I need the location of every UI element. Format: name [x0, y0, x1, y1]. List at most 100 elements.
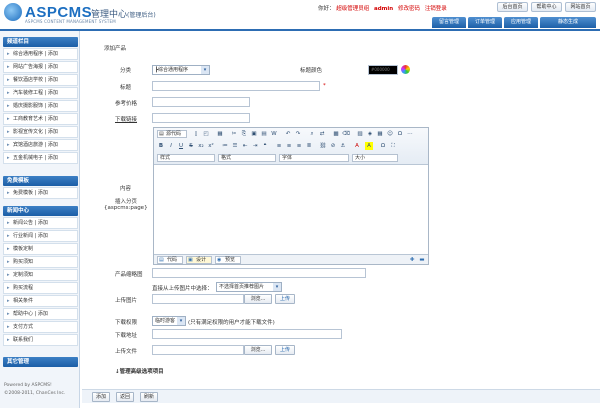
- sidebar-item[interactable]: 模板定制: [3, 243, 78, 255]
- underline-icon[interactable]: U: [177, 142, 185, 150]
- preview-icon[interactable]: ◰: [202, 130, 210, 138]
- sidebar-section-news[interactable]: 新闻中心: [3, 206, 78, 216]
- back-button[interactable]: 返回: [116, 392, 134, 402]
- align-center-icon[interactable]: ≡: [285, 142, 293, 150]
- paste-icon[interactable]: ▣: [250, 130, 258, 138]
- smiley-icon[interactable]: ☺: [386, 130, 394, 138]
- sidebar-item[interactable]: 餐饮酒店学校 | 添加: [3, 74, 78, 86]
- help-center-button[interactable]: 帮助中心: [531, 2, 562, 12]
- sidebar-item[interactable]: 综合通用程序 | 添加: [3, 48, 78, 60]
- unlink-icon[interactable]: ⊘: [329, 142, 337, 150]
- italic-icon[interactable]: I: [167, 142, 175, 150]
- templates-icon[interactable]: ▦: [216, 130, 224, 138]
- sidebar-item[interactable]: 影视宣传文化 | 添加: [3, 126, 78, 138]
- sidebar-item[interactable]: 购买流程: [3, 282, 78, 294]
- tab-static[interactable]: 静态生成: [540, 17, 596, 28]
- upload-file-path[interactable]: [152, 345, 244, 355]
- upload-image-button[interactable]: 上传: [275, 294, 295, 304]
- sidebar-section-free-templates[interactable]: 免费模板: [3, 176, 78, 186]
- copy-icon[interactable]: ⎘: [240, 130, 248, 138]
- sidebar-item[interactable]: 联系我们: [3, 334, 78, 346]
- design-mode-button[interactable]: ▣ 设计: [186, 256, 212, 264]
- permission-select[interactable]: 临时游客 ▾: [152, 316, 186, 326]
- category-select[interactable]: ┣综合通用程序 ▾: [152, 65, 210, 75]
- image-icon[interactable]: ▨: [356, 130, 364, 138]
- pick-image-select[interactable]: 不选择首页推荐图片 ▾: [216, 282, 282, 292]
- browse-file-button[interactable]: 浏览...: [244, 345, 272, 355]
- editor-content-area[interactable]: [154, 166, 428, 254]
- site-home-button[interactable]: 网站首页: [565, 2, 596, 12]
- maximize-icon[interactable]: ⛶: [389, 142, 397, 150]
- title-color-input[interactable]: #000000: [368, 65, 398, 75]
- table-icon[interactable]: ▦: [376, 130, 384, 138]
- sidebar-section-other[interactable]: 其它管理: [3, 357, 78, 367]
- expand-editor-icon[interactable]: ✚: [408, 256, 416, 264]
- sidebar-item[interactable]: 五金机械电子 | 添加: [3, 152, 78, 164]
- sidebar-item[interactable]: 支付方式: [3, 321, 78, 333]
- sidebar-item[interactable]: 定制须知: [3, 269, 78, 281]
- sidebar-item[interactable]: 相关条件: [3, 295, 78, 307]
- logout-link[interactable]: 注销登录: [425, 6, 447, 12]
- upload-file-button[interactable]: 上传: [275, 345, 295, 355]
- format-select[interactable]: 格式: [218, 154, 276, 162]
- title-input[interactable]: [152, 81, 320, 91]
- superscript-icon[interactable]: x²: [207, 142, 215, 150]
- flash-icon[interactable]: ◈: [366, 130, 374, 138]
- replace-icon[interactable]: ⇄: [318, 130, 326, 138]
- align-justify-icon[interactable]: ≣: [305, 142, 313, 150]
- bold-icon[interactable]: B: [157, 142, 165, 150]
- code-mode-button[interactable]: ▤ 代码: [157, 256, 183, 264]
- tab-messages[interactable]: 留言管理: [432, 17, 466, 28]
- cut-icon[interactable]: ✂: [230, 130, 238, 138]
- browse-image-button[interactable]: 浏览...: [244, 294, 272, 304]
- sidebar-item[interactable]: 免费模板 | 添加: [3, 187, 78, 199]
- refresh-button[interactable]: 刷新: [140, 392, 158, 402]
- admin-home-button[interactable]: 后台首页: [497, 2, 528, 12]
- download-address-input[interactable]: [152, 329, 342, 339]
- paste-text-icon[interactable]: ▤: [260, 130, 268, 138]
- background-color-icon[interactable]: A: [365, 142, 373, 150]
- sidebar-item[interactable]: 汽车装修工程 | 添加: [3, 87, 78, 99]
- preview-mode-button[interactable]: ◉ 预览: [215, 256, 241, 264]
- sidebar-item[interactable]: 网站广告海报 | 添加: [3, 61, 78, 73]
- indent-icon[interactable]: ⇥: [251, 142, 259, 150]
- style-select[interactable]: 样式: [157, 154, 215, 162]
- remove-format-icon[interactable]: ⌫: [342, 130, 350, 138]
- advanced-options-toggle[interactable]: ↓管理高级选项项目: [115, 367, 164, 375]
- tab-apps[interactable]: 应用管理: [504, 17, 538, 28]
- font-size-select[interactable]: 大小: [352, 154, 398, 162]
- font-select[interactable]: 字体: [279, 154, 349, 162]
- align-left-icon[interactable]: ≡: [275, 142, 283, 150]
- special-char-icon[interactable]: Ω: [396, 130, 404, 138]
- strikethrough-icon[interactable]: S: [187, 142, 195, 150]
- sidebar-item[interactable]: 行业新闻 | 添加: [3, 230, 78, 242]
- sidebar-section-channels[interactable]: 频道栏目: [3, 37, 78, 47]
- submit-add-button[interactable]: 添加: [92, 392, 110, 402]
- select-all-icon[interactable]: ▩: [332, 130, 340, 138]
- anchor-icon[interactable]: ⚓: [339, 142, 347, 150]
- link-icon[interactable]: ⛓: [319, 142, 327, 150]
- tab-orders[interactable]: 订单管理: [468, 17, 502, 28]
- redo-icon[interactable]: ↷: [294, 130, 302, 138]
- sidebar-item[interactable]: 婚庆摄影服饰 | 添加: [3, 100, 78, 112]
- blockquote-icon[interactable]: ❝: [261, 142, 269, 150]
- upload-image-path[interactable]: [152, 294, 244, 304]
- sidebar-item[interactable]: 购买须知: [3, 256, 78, 268]
- thumbnail-input[interactable]: [152, 268, 366, 278]
- text-color-icon[interactable]: A: [353, 142, 361, 150]
- paste-word-icon[interactable]: W: [270, 130, 278, 138]
- source-button[interactable]: ▤ 源代码: [157, 130, 187, 138]
- align-right-icon[interactable]: ≡: [295, 142, 303, 150]
- page-break-icon[interactable]: ⋯: [406, 130, 414, 138]
- sidebar-item[interactable]: 帮助中心 | 添加: [3, 308, 78, 320]
- omega-icon[interactable]: Ω: [379, 142, 387, 150]
- download-link-input[interactable]: [152, 113, 250, 123]
- find-icon[interactable]: ⌕: [308, 130, 316, 138]
- change-password-link[interactable]: 修改密码: [398, 6, 420, 12]
- color-picker-icon[interactable]: [401, 65, 410, 74]
- price-input[interactable]: [152, 97, 250, 107]
- sidebar-item[interactable]: 新闻公告 | 添加: [3, 217, 78, 229]
- numbered-list-icon[interactable]: ≔: [221, 142, 229, 150]
- subscript-icon[interactable]: x₂: [197, 142, 205, 150]
- outdent-icon[interactable]: ⇤: [241, 142, 249, 150]
